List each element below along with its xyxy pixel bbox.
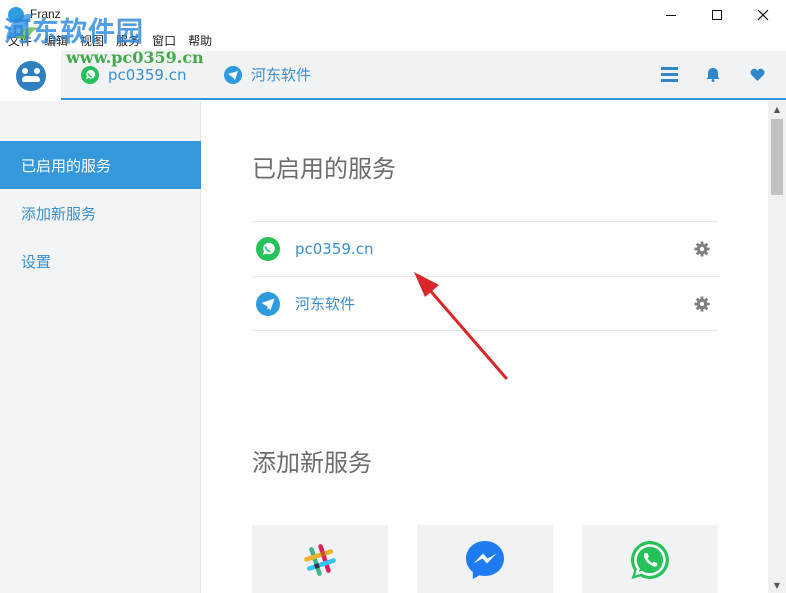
sidebar-item-add-service[interactable]: 添加新服务 <box>0 189 201 237</box>
gear-icon[interactable] <box>694 241 710 257</box>
menu-help[interactable]: 帮助 <box>188 32 212 49</box>
settings-sidebar: 已启用的服务 添加新服务 设置 <box>0 101 201 593</box>
watermark-url: www.pc0359.cn <box>66 48 204 67</box>
service-name: pc0359.cn <box>295 240 374 258</box>
notifications-button[interactable] <box>704 66 722 84</box>
telegram-icon <box>224 65 242 84</box>
whatsapp-icon <box>631 541 669 579</box>
scroll-down-arrow-icon[interactable]: ▼ <box>768 577 786 593</box>
close-icon <box>757 9 769 21</box>
vertical-scrollbar[interactable]: ▲ ▼ <box>768 101 786 593</box>
minimize-icon <box>666 14 676 16</box>
service-row-telegram[interactable]: 河东软件 <box>252 276 718 331</box>
whatsapp-icon <box>256 237 280 261</box>
add-card-slack[interactable] <box>252 525 388 593</box>
add-service-title: 添加新服务 <box>252 449 372 477</box>
tab-telegram[interactable]: 河东软件 <box>223 51 311 98</box>
scroll-up-arrow-icon[interactable]: ▲ <box>768 101 786 117</box>
service-row-whatsapp[interactable]: pc0359.cn <box>252 221 718 276</box>
gear-icon[interactable] <box>694 296 710 312</box>
messenger-icon <box>466 541 504 579</box>
sidebar-item-settings[interactable]: 设置 <box>0 237 201 285</box>
bell-icon <box>706 68 720 82</box>
service-name: 河东软件 <box>295 295 356 313</box>
maximize-icon <box>712 10 722 20</box>
add-card-messenger[interactable] <box>417 525 553 593</box>
menu-button[interactable] <box>660 66 678 84</box>
add-card-whatsapp[interactable] <box>582 525 718 593</box>
slack-icon <box>304 544 336 576</box>
heart-icon <box>749 68 765 81</box>
close-button[interactable] <box>740 0 786 30</box>
scroll-thumb[interactable] <box>771 119 783 195</box>
telegram-icon <box>256 291 280 316</box>
main-content: 已启用的服务 pc0359.cn 河东软件 添加新服务 <box>202 101 768 593</box>
menu-icon <box>660 67 678 82</box>
tab-label: 河东软件 <box>251 66 312 84</box>
enabled-services-title: 已启用的服务 <box>252 155 396 183</box>
sidebar-item-enabled-services[interactable]: 已启用的服务 <box>0 141 201 189</box>
tab-bar-actions <box>660 51 766 98</box>
menu-window[interactable]: 窗口 <box>152 32 176 49</box>
whatsapp-icon <box>81 65 99 84</box>
franz-logo-icon <box>15 60 46 91</box>
watermark-text: 河东软件园 <box>4 17 144 48</box>
support-button[interactable] <box>748 66 766 84</box>
tab-label: pc0359.cn <box>108 65 187 84</box>
minimize-button[interactable] <box>648 0 694 30</box>
maximize-button[interactable] <box>694 0 740 30</box>
franz-home-tab[interactable] <box>0 51 61 100</box>
